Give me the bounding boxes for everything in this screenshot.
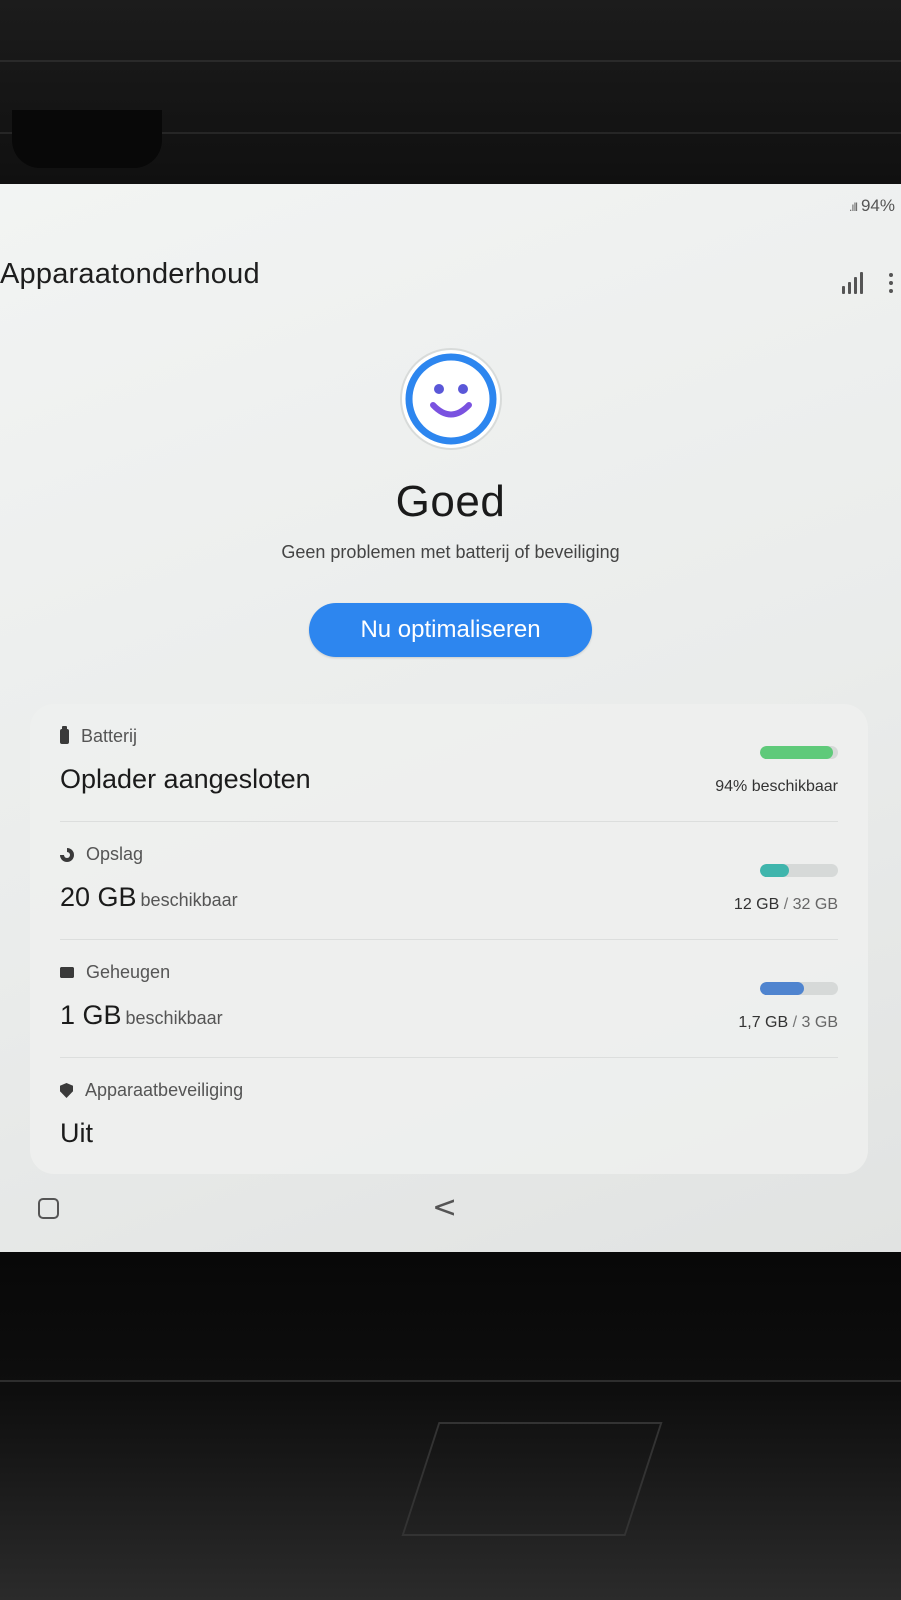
memory-total: 3 GB [801, 1014, 838, 1031]
navigation-bar: < [0, 1184, 901, 1244]
memory-row[interactable]: Geheugen 1 GB beschikbaar 1,7 GB / 3 GB [30, 940, 868, 1058]
maintenance-card: Batterij Oplader aangesloten 94% beschik… [30, 704, 868, 1174]
battery-value: Oplader aangesloten [60, 764, 311, 794]
smiley-face-icon [400, 348, 502, 450]
battery-bar-fill [760, 746, 834, 759]
memory-value-suffix: beschikbaar [125, 1008, 223, 1028]
tablet-case-bottom [0, 1252, 901, 1600]
tablet-screen: .ıll 94% Apparaatonderhoud Goed Geen prob… [0, 184, 901, 1252]
storage-icon [60, 847, 74, 862]
status-description: Geen problemen met batterij of beveiligi… [281, 542, 620, 562]
memory-chip-icon [60, 967, 74, 978]
recent-apps-icon[interactable] [38, 1198, 59, 1219]
status-title: Goed [395, 477, 506, 526]
bar-chart-icon[interactable] [842, 272, 863, 294]
shield-icon [60, 1083, 73, 1098]
case-edge [0, 1380, 901, 1382]
photo-scene: .ıll 94% Apparaatonderhoud Goed Geen prob… [0, 0, 901, 1600]
storage-row[interactable]: Opslag 20 GB beschikbaar 12 GB / 32 GB [30, 822, 868, 940]
storage-value-suffix: beschikbaar [140, 890, 238, 910]
storage-value-group: 20 GB beschikbaar [60, 882, 238, 913]
memory-value: 1 GB [60, 1000, 122, 1030]
storage-usage: 12 GB / 32 GB [734, 896, 838, 914]
storage-separator: / [783, 896, 789, 913]
page-title: Apparaatonderhoud [0, 258, 260, 290]
storage-value: 20 GB [60, 882, 137, 912]
back-icon[interactable]: < [432, 1190, 457, 1225]
battery-label-group: Batterij [60, 726, 137, 747]
storage-label: Opslag [86, 844, 144, 864]
memory-bar [760, 982, 838, 995]
memory-used: 1,7 GB [738, 1014, 789, 1031]
memory-usage: 1,7 GB / 3 GB [738, 1014, 838, 1032]
memory-bar-fill [760, 982, 805, 995]
storage-total: 32 GB [792, 896, 838, 913]
battery-value-group: Oplader aangesloten [60, 764, 311, 795]
battery-row[interactable]: Batterij Oplader aangesloten 94% beschik… [30, 704, 868, 822]
memory-label: Geheugen [86, 962, 171, 982]
battery-percentage: 94% [860, 196, 895, 215]
storage-label-group: Opslag [60, 844, 143, 865]
memory-label-group: Geheugen [60, 962, 170, 983]
battery-label: Batterij [81, 726, 138, 746]
security-label-group: Apparaatbeveiliging [60, 1080, 243, 1101]
signal-icon: .ıll [848, 200, 858, 214]
case-camera-cutout [12, 110, 162, 168]
case-fold [401, 1422, 663, 1536]
status-bar: .ıll 94% [849, 196, 895, 216]
battery-available: 94% beschikbaar [715, 778, 838, 795]
storage-bar-fill [760, 864, 790, 877]
more-options-icon[interactable] [889, 273, 893, 293]
security-value: Uit [60, 1118, 93, 1148]
header-actions [842, 272, 893, 294]
battery-icon [60, 726, 69, 744]
storage-bar [760, 864, 838, 877]
security-value-group: Uit [60, 1118, 93, 1149]
security-label: Apparaatbeveiliging [85, 1080, 244, 1100]
memory-value-group: 1 GB beschikbaar [60, 1000, 223, 1031]
memory-separator: / [792, 1014, 798, 1031]
security-row[interactable]: Apparaatbeveiliging Uit [30, 1058, 868, 1176]
battery-bar [760, 746, 838, 759]
tablet-case-top [0, 0, 901, 185]
optimize-now-button[interactable]: Nu optimaliseren [309, 603, 592, 657]
storage-used: 12 GB [733, 896, 780, 913]
